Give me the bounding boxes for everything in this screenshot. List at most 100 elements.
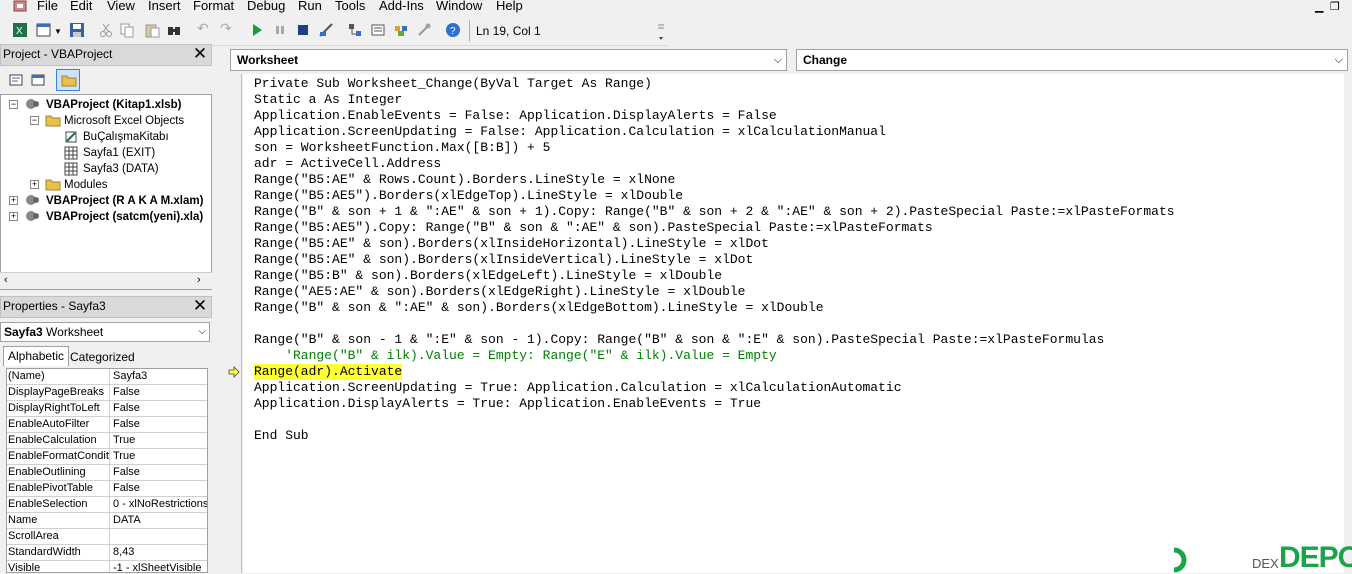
toolbar-grip-icon[interactable] — [657, 22, 665, 44]
save-icon[interactable] — [69, 22, 85, 38]
menu-format[interactable]: Format — [193, 0, 234, 13]
tree-item-rakam[interactable]: VBAProject (R A K A M.xlam) — [46, 193, 203, 209]
view-excel-icon[interactable]: X — [12, 22, 28, 38]
close-icon[interactable]: ✕ — [191, 45, 209, 64]
menu-view[interactable]: View — [107, 0, 135, 13]
property-name[interactable]: EnableSelection — [7, 497, 110, 513]
menu-run[interactable]: Run — [298, 0, 322, 13]
property-value[interactable] — [111, 529, 207, 545]
code-line[interactable]: Application.ScreenUpdating = False: Appl… — [254, 124, 886, 140]
property-name[interactable]: EnableAutoFilter — [7, 417, 110, 433]
menu-debug[interactable]: Debug — [247, 0, 285, 13]
code-line[interactable]: Private Sub Worksheet_Change(ByVal Targe… — [254, 76, 652, 92]
code-margin[interactable] — [224, 74, 242, 573]
menu-file[interactable]: File — [37, 0, 58, 13]
tab-categorized[interactable]: Categorized — [66, 348, 139, 368]
property-value[interactable]: False — [111, 465, 207, 481]
property-value[interactable]: False — [111, 417, 207, 433]
chevron-down-icon[interactable]: ▼ — [54, 27, 70, 43]
code-line[interactable]: Static a As Integer — [254, 92, 402, 108]
property-name[interactable]: DisplayPageBreaks — [7, 385, 110, 401]
help-icon[interactable]: ? — [445, 22, 461, 38]
property-name[interactable]: EnablePivotTable — [7, 481, 110, 497]
view-code-icon[interactable] — [9, 73, 23, 87]
property-name[interactable]: StandardWidth — [7, 545, 110, 561]
expand-icon[interactable]: + — [30, 180, 39, 189]
run-icon[interactable] — [249, 22, 265, 38]
code-line[interactable]: Range("B5:AE5").Borders(xlEdgeTop).LineS… — [254, 188, 683, 204]
tree-item-excel-objects[interactable]: Microsoft Excel Objects — [64, 113, 184, 129]
insert-userform-icon[interactable] — [36, 22, 52, 38]
break-icon[interactable] — [272, 22, 288, 38]
property-value[interactable]: True — [111, 433, 207, 449]
scroll-right-icon[interactable]: › — [197, 274, 201, 286]
code-line[interactable]: Range("B" & son - 1 & ":E" & son - 1).Co… — [254, 332, 1104, 348]
code-line[interactable]: Range("AE5:AE" & son).Borders(xlEdgeRigh… — [254, 284, 745, 300]
toggle-folders-button[interactable] — [56, 69, 80, 91]
code-line[interactable]: End Sub — [254, 428, 309, 444]
code-line[interactable]: Range("B5:AE" & son).Borders(xlInsideHor… — [254, 236, 769, 252]
tree-item-workbook[interactable]: BuÇalışmaKitabı — [83, 129, 169, 145]
code-line[interactable]: Range("B5:AE5").Copy: Range("B" & son & … — [254, 220, 933, 236]
tree-item-satcm[interactable]: VBAProject (satcm(yeni).xla) — [46, 209, 203, 225]
property-name[interactable]: Visible — [7, 561, 110, 572]
design-mode-icon[interactable] — [318, 22, 334, 38]
code-line[interactable]: adr = ActiveCell.Address — [254, 156, 441, 172]
property-name[interactable]: ScrollArea — [7, 529, 110, 545]
property-name[interactable]: EnableOutlining — [7, 465, 110, 481]
menu-edit[interactable]: Edit — [70, 0, 92, 13]
tab-alphabetic[interactable]: Alphabetic — [3, 346, 70, 366]
code-line[interactable]: Range("B" & son + 1 & ":AE" & son + 1).C… — [254, 204, 1175, 220]
property-value[interactable]: False — [111, 481, 207, 497]
code-line-comment[interactable]: 'Range("B" & ilk).Value = Empty: Range("… — [254, 348, 776, 364]
property-name[interactable]: EnableFormatConditions — [7, 449, 110, 465]
chevron-down-icon[interactable]: ⌵ — [774, 50, 782, 70]
expand-icon[interactable]: + — [9, 212, 18, 221]
code-line[interactable]: Range("B" & son & ":AE" & son).Borders(x… — [254, 300, 824, 316]
menu-addins[interactable]: Add-Ins — [379, 0, 424, 13]
property-name[interactable]: EnableCalculation — [7, 433, 110, 449]
chevron-down-icon[interactable]: ⌵ — [198, 323, 206, 341]
close-icon[interactable]: ✕ — [191, 297, 209, 316]
code-line[interactable]: Application.ScreenUpdating = True: Appli… — [254, 380, 902, 396]
code-vertical-scrollbar[interactable] — [1344, 74, 1352, 573]
menu-help[interactable]: Help — [496, 0, 523, 13]
property-value[interactable]: DATA — [111, 513, 207, 529]
property-value[interactable]: -1 - xlSheetVisible — [111, 561, 207, 572]
tree-item-modules[interactable]: Modules — [64, 177, 107, 193]
property-name[interactable]: DisplayRightToLeft — [7, 401, 110, 417]
code-line[interactable]: Application.DisplayAlerts = True: Applic… — [254, 396, 761, 412]
undo-icon[interactable]: ↶ — [197, 20, 213, 36]
property-value[interactable]: False — [111, 385, 207, 401]
code-line[interactable]: Range("B5:B" & son).Borders(xlEdgeLeft).… — [254, 268, 722, 284]
object-browser-icon[interactable] — [393, 22, 409, 38]
scroll-left-icon[interactable]: ‹ — [4, 274, 8, 286]
menu-window[interactable]: Window — [436, 0, 482, 13]
vba-app-icon[interactable] — [13, 0, 27, 12]
properties-window-icon[interactable] — [370, 22, 386, 38]
property-value[interactable]: 8,43 — [111, 545, 207, 561]
tree-item-kitap1[interactable]: VBAProject (Kitap1.xlsb) — [46, 97, 181, 113]
property-value[interactable]: False — [111, 401, 207, 417]
copy-icon[interactable] — [119, 22, 135, 38]
minimize-icon[interactable]: ▁ — [1315, 0, 1323, 13]
find-icon[interactable] — [166, 22, 182, 38]
collapse-icon[interactable]: − — [9, 100, 18, 109]
tree-item-sayfa1[interactable]: Sayfa1 (EXIT) — [83, 145, 155, 161]
restore-icon[interactable]: ❐ — [1330, 0, 1340, 13]
code-line[interactable]: Range("B5:AE" & son).Borders(xlInsideVer… — [254, 252, 753, 268]
code-editor[interactable]: Private Sub Worksheet_Change(ByVal Targe… — [243, 74, 1345, 573]
property-value[interactable]: Sayfa3 — [111, 369, 207, 385]
expand-icon[interactable]: + — [9, 196, 18, 205]
menu-insert[interactable]: Insert — [148, 0, 181, 13]
paste-icon[interactable] — [144, 22, 160, 38]
cut-icon[interactable] — [98, 22, 114, 38]
redo-icon[interactable]: ↷ — [220, 20, 236, 36]
property-name[interactable]: Name — [7, 513, 110, 529]
project-horizontal-scrollbar[interactable]: ‹ › — [0, 272, 212, 289]
code-line-current[interactable]: Range(adr).Activate — [254, 364, 403, 380]
project-explorer-icon[interactable] — [347, 22, 363, 38]
code-line[interactable]: Range("B5:AE" & Rows.Count).Borders.Line… — [254, 172, 675, 188]
property-value[interactable]: True — [111, 449, 207, 465]
procedure-combo[interactable]: Change ⌵ — [796, 49, 1348, 71]
